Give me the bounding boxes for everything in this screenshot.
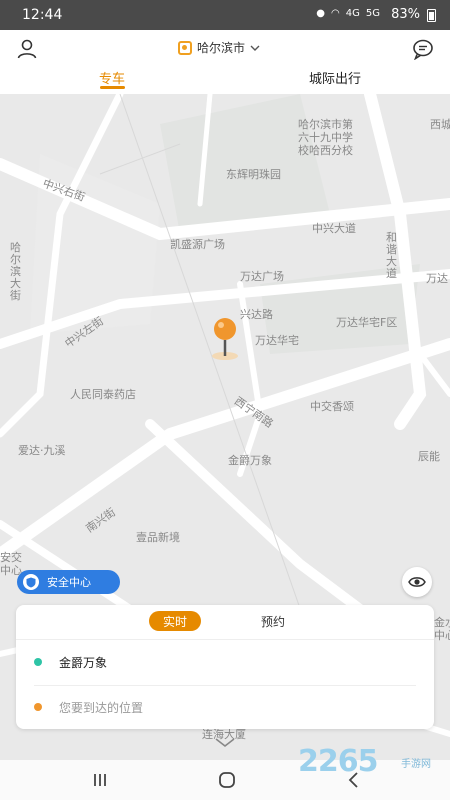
booking-card: 实时 预约 金爵万象 您要到达的位置	[16, 605, 434, 729]
map-label-zhongxing-avenue: 中兴大道	[312, 222, 356, 235]
city-name: 哈尔滨市	[197, 41, 246, 55]
locate-icon	[408, 577, 426, 587]
active-tab-indicator	[100, 86, 125, 89]
map-label-aida: 爱达·九溪	[18, 444, 66, 457]
map-label-wanda: 万达	[426, 272, 448, 285]
map-label-harbin-street: 哈尔滨大街	[10, 241, 21, 302]
watermark-sub: 手游网	[401, 759, 431, 770]
destination-input[interactable]: 您要到达的位置	[59, 699, 143, 716]
map-label-wanda-huazhai: 万达华宅	[255, 334, 299, 347]
divider	[16, 639, 434, 640]
wifi-icon: ◠	[331, 8, 340, 19]
pickup-dot-icon	[34, 658, 42, 666]
mode-reserve-button[interactable]: 预约	[261, 613, 285, 630]
locate-button[interactable]	[402, 567, 432, 597]
app-header: 哈尔滨市 专车 城际出行	[0, 30, 450, 94]
map-label-chenneng: 辰能	[418, 450, 440, 463]
map-label-wanda-plaza: 万达广场	[240, 270, 284, 283]
shield-icon	[23, 574, 39, 590]
battery-percent: 83%	[391, 7, 420, 22]
location-pin-icon[interactable]	[205, 316, 245, 362]
watermark-logo: 2265	[298, 744, 378, 779]
network-5g-label: 5G	[365, 8, 380, 19]
tab-zhuanche[interactable]: 专车	[99, 68, 125, 87]
user-icon[interactable]	[16, 38, 38, 60]
safety-center-button[interactable]: 安全中心	[17, 570, 120, 594]
map-label-center-right: 中心	[434, 629, 450, 642]
divider	[34, 685, 416, 686]
city-selector[interactable]: 哈尔滨市	[178, 39, 260, 56]
map-label-donghui: 东辉明珠园	[226, 168, 281, 181]
status-icons: ● ◠ 4G 5G	[316, 8, 380, 19]
map-label-jinjue: 金爵万象	[228, 454, 272, 467]
message-icon[interactable]	[412, 38, 434, 60]
tab-intercity[interactable]: 城际出行	[309, 68, 361, 87]
status-time: 12:44	[22, 7, 63, 23]
pickup-location[interactable]: 金爵万象	[59, 654, 107, 671]
map-label-wanda-f: 万达华宅F区	[336, 316, 398, 329]
mode-realtime-button[interactable]: 实时	[149, 611, 201, 631]
chevron-down-icon	[250, 45, 260, 51]
map-label-kaishengyuan: 凯盛源广场	[170, 238, 225, 251]
battery-icon	[427, 9, 436, 22]
recents-icon[interactable]	[90, 770, 110, 790]
status-bar: 12:44 ● ◠ 4G 5G 83%	[0, 0, 450, 30]
system-nav-bar	[0, 760, 450, 800]
map-label-school-3: 校哈西分校	[298, 144, 353, 157]
map-label-yipin: 壹品新境	[136, 531, 180, 544]
map-label-xicheng: 西城	[430, 118, 450, 131]
map-label-hexie: 和谐大道	[386, 231, 397, 280]
home-icon[interactable]	[217, 770, 237, 790]
map-label-pharmacy: 人民同泰药店	[70, 388, 136, 401]
city-logo-icon	[178, 40, 192, 55]
destination-dot-icon	[34, 703, 42, 711]
location-status-icon: ●	[316, 8, 326, 19]
safety-center-label: 安全中心	[47, 576, 91, 589]
map-label-zhongjiao: 中交香颂	[310, 400, 354, 413]
network-4g-label: 4G	[345, 8, 360, 19]
chevron-down-icon[interactable]	[213, 737, 237, 749]
